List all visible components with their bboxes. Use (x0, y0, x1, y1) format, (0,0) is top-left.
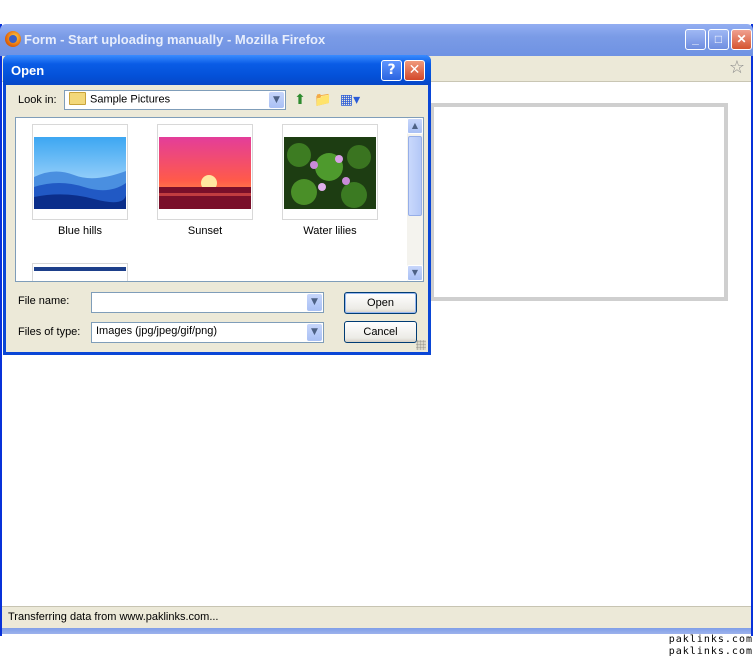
window-title: Form - Start uploading manually - Mozill… (24, 32, 326, 47)
firefox-titlebar[interactable]: Form - Start uploading manually - Mozill… (0, 24, 753, 56)
thumbnail-sunset[interactable] (157, 124, 253, 220)
file-name-label: File name: (18, 295, 70, 307)
thumbnail-partial[interactable] (32, 263, 128, 281)
watermark-text: paklinks.com (668, 634, 753, 645)
file-name-blue-hills[interactable]: Blue hills (20, 225, 140, 237)
firefox-icon (5, 31, 21, 47)
scroll-down-icon[interactable]: ▼ (407, 265, 423, 281)
sunset-image (159, 137, 251, 209)
open-dialog: Open ? ✕ Look in: Sample Pictures ▼ ⬆ 📁 … (3, 55, 431, 355)
dialog-close-button[interactable]: ✕ (404, 60, 425, 81)
partial-image (34, 267, 126, 271)
dialog-title: Open (11, 63, 45, 78)
files-of-type-dropdown[interactable]: Images (jpg/jpeg/gif/png) ▼ (91, 322, 324, 343)
blue-hills-image (34, 137, 126, 209)
up-folder-icon[interactable]: ⬆ (291, 91, 309, 109)
scroll-thumb[interactable] (408, 136, 422, 216)
cancel-button[interactable]: Cancel (344, 321, 417, 343)
watermark-text: paklinks.com (668, 646, 753, 657)
close-button[interactable]: ✕ (731, 29, 752, 50)
dialog-titlebar[interactable]: Open ? ✕ (3, 55, 431, 85)
status-text: Transferring data from www.paklinks.com.… (8, 611, 219, 623)
upload-form-area (430, 103, 728, 301)
open-button[interactable]: Open (344, 292, 417, 314)
look-in-dropdown[interactable]: Sample Pictures ▼ (64, 90, 286, 110)
status-bar: Transferring data from www.paklinks.com.… (2, 606, 751, 628)
window-bottom-border (2, 628, 751, 634)
star-icon[interactable]: ☆ (729, 58, 745, 78)
water-lilies-image (284, 137, 376, 209)
new-folder-icon[interactable]: 📁 (314, 91, 332, 109)
maximize-button[interactable]: □ (708, 29, 729, 50)
look-in-label: Look in: (18, 94, 57, 106)
chevron-down-icon[interactable]: ▼ (307, 324, 322, 341)
scroll-up-icon[interactable]: ▲ (407, 118, 423, 134)
file-name-water-lilies[interactable]: Water lilies (270, 225, 390, 237)
file-name-input[interactable]: ▼ (91, 292, 324, 313)
thumbnail-water-lilies[interactable] (282, 124, 378, 220)
folder-icon (69, 92, 86, 105)
vertical-scrollbar[interactable]: ▲ ▼ (407, 118, 423, 281)
file-name-sunset[interactable]: Sunset (145, 225, 265, 237)
files-of-type-value: Images (jpg/jpeg/gif/png) (96, 325, 218, 337)
files-of-type-label: Files of type: (18, 326, 81, 338)
chevron-down-icon[interactable]: ▼ (269, 92, 284, 108)
file-list[interactable]: Blue hills Sunset Water lilies ▲ ▼ (15, 117, 424, 282)
resize-grip[interactable] (416, 340, 426, 350)
minimize-button[interactable]: _ (685, 29, 706, 50)
views-menu-icon[interactable]: ▦▾ (338, 91, 362, 109)
help-button[interactable]: ? (381, 60, 402, 81)
look-in-value: Sample Pictures (90, 93, 171, 106)
thumbnail-blue-hills[interactable] (32, 124, 128, 220)
chevron-down-icon[interactable]: ▼ (307, 294, 322, 311)
